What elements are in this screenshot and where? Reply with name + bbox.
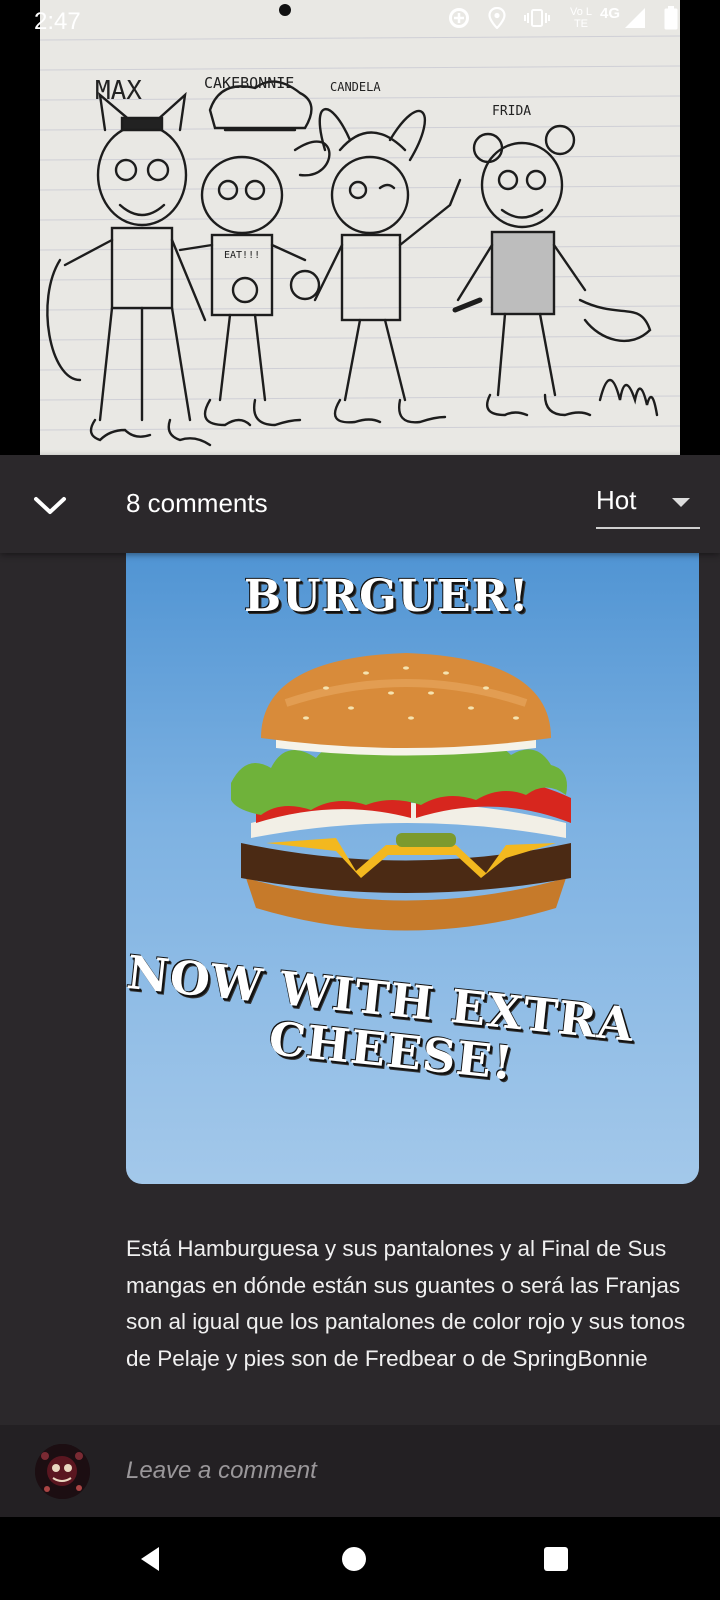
character-name-candela: CANDELA bbox=[330, 80, 381, 94]
navigation-bar bbox=[0, 1517, 720, 1600]
data-saver-icon bbox=[448, 7, 470, 29]
comment-image[interactable]: BURGUER! NOW WITH EXTRA CHEESE! bbox=[126, 553, 699, 1184]
sort-dropdown[interactable]: Hot bbox=[596, 481, 700, 529]
leave-comment-bar bbox=[0, 1425, 720, 1517]
comments-header: 8 comments Hot bbox=[0, 455, 720, 553]
sort-value: Hot bbox=[596, 485, 637, 515]
status-time: 2:47 bbox=[34, 8, 81, 35]
character-name-frida: FRIDA bbox=[492, 104, 532, 119]
character-name-max: MAX bbox=[95, 76, 142, 106]
avatar[interactable] bbox=[35, 1444, 90, 1499]
home-button[interactable] bbox=[334, 1539, 374, 1579]
status-bar: 2:47 Vo LTE 4G bbox=[0, 0, 720, 46]
post-image[interactable]: MAX CAKEBONNIE CANDELA FRIDA EAT!!! bbox=[40, 0, 680, 455]
chevron-down-icon bbox=[34, 497, 66, 514]
home-icon bbox=[342, 1547, 366, 1571]
location-icon bbox=[488, 7, 506, 29]
recents-icon bbox=[544, 1547, 568, 1571]
burger-illustration bbox=[231, 653, 571, 931]
collapse-button[interactable] bbox=[28, 483, 72, 527]
comment-area: BURGUER! NOW WITH EXTRA CHEESE! Está Ham… bbox=[0, 553, 720, 1425]
status-icons: Vo LTE 4G bbox=[448, 4, 678, 31]
sketch-drawing bbox=[40, 4, 680, 447]
signal-icon bbox=[624, 7, 646, 29]
character-name-cakebonnie: CAKEBONNIE bbox=[204, 74, 295, 92]
back-icon bbox=[141, 1547, 159, 1571]
vibrate-icon bbox=[523, 8, 550, 28]
comment-input[interactable] bbox=[126, 1451, 686, 1491]
back-button[interactable] bbox=[130, 1539, 170, 1579]
shirt-text: EAT!!! bbox=[224, 250, 261, 261]
dropdown-arrow-icon bbox=[672, 498, 690, 507]
comment-body: Está Hamburguesa y sus pantalones y al F… bbox=[126, 1236, 686, 1371]
recents-button[interactable] bbox=[536, 1539, 576, 1579]
network-label: Vo LTE 4G bbox=[569, 4, 620, 31]
battery-icon bbox=[664, 6, 678, 30]
comments-count: 8 comments bbox=[126, 488, 268, 518]
